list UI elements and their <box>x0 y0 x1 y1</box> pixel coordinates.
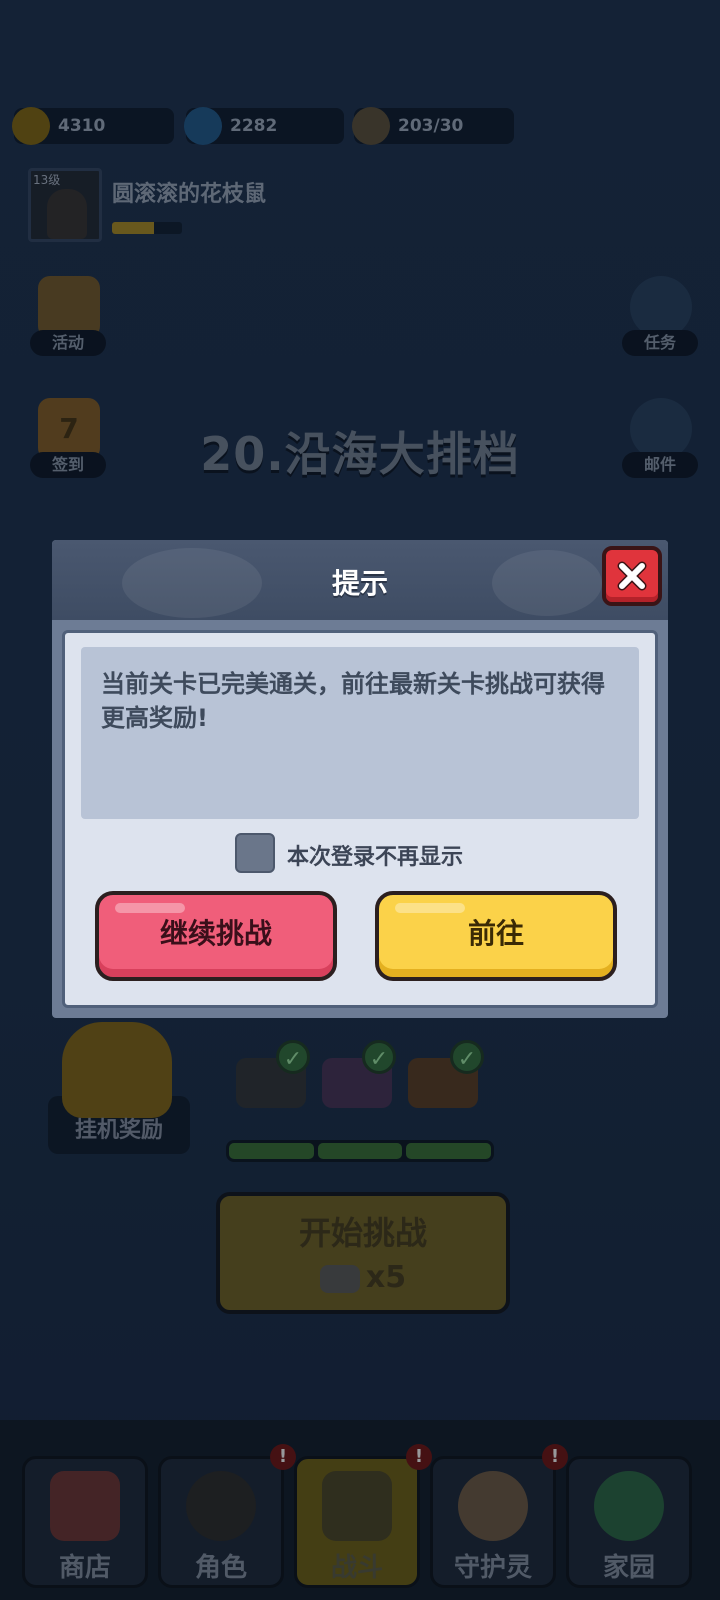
close-icon <box>617 561 647 591</box>
message-box: 当前关卡已完美通关，前往最新关卡挑战可获得更高奖励! <box>81 647 639 819</box>
continue-challenge-label: 继续挑战 <box>159 917 272 950</box>
dont-show-again-row[interactable]: 本次登录不再显示 <box>65 833 655 877</box>
go-button[interactable]: 前往 <box>375 891 617 981</box>
go-label: 前往 <box>467 917 524 950</box>
dont-show-again-label[interactable]: 本次登录不再显示 <box>287 839 463 871</box>
dialog-message: 当前关卡已完美通关，前往最新关卡挑战可获得更高奖励! <box>101 670 605 732</box>
dialog-body: 当前关卡已完美通关，前往最新关卡挑战可获得更高奖励! 本次登录不再显示 继续挑战… <box>62 630 658 1008</box>
dialog-title: 提示 <box>331 567 388 600</box>
continue-challenge-button[interactable]: 继续挑战 <box>95 891 337 981</box>
dont-show-again-checkbox[interactable] <box>235 833 275 873</box>
hint-dialog: 提示 当前关卡已完美通关，前往最新关卡挑战可获得更高奖励! 本次登录不再显示 继… <box>52 540 668 1018</box>
button-shine <box>115 903 185 913</box>
close-button[interactable] <box>602 546 662 606</box>
button-shine <box>395 903 465 913</box>
